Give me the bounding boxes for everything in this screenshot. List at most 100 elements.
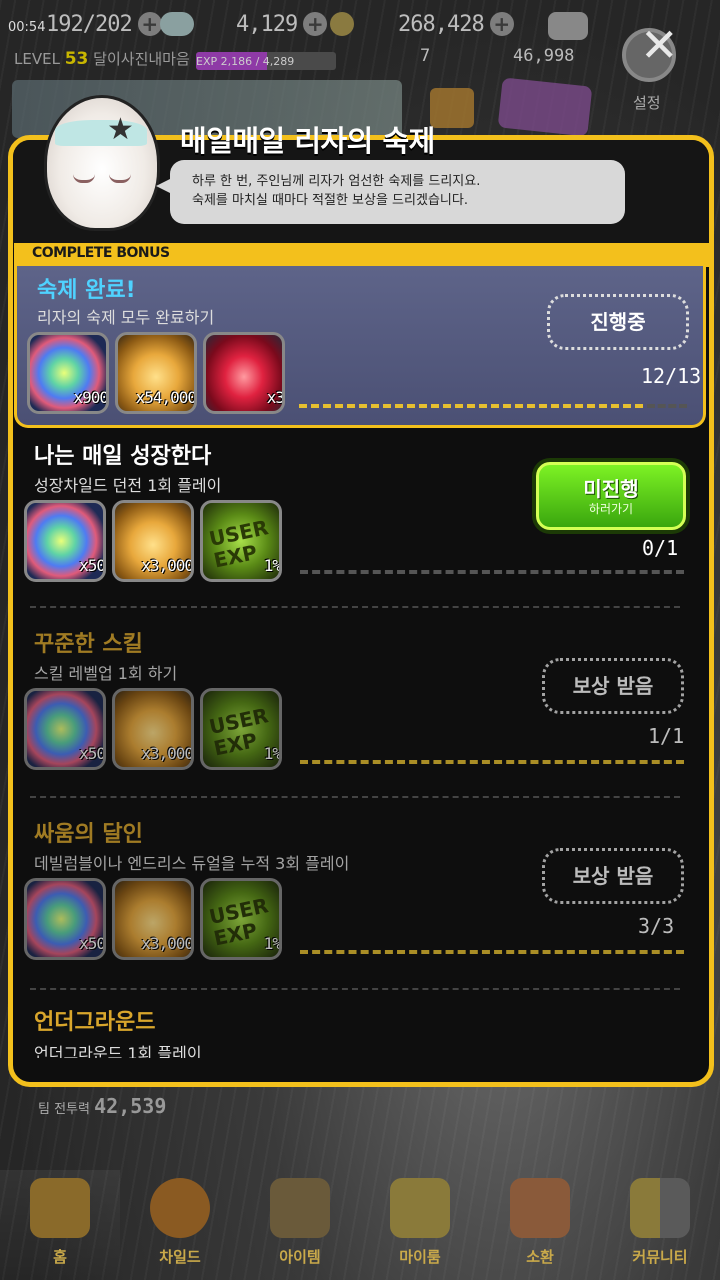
nav-label: 소환 (526, 1248, 554, 1266)
add-gold-button[interactable]: + (489, 12, 514, 36)
quest-steady-skill: 꾸준한 스킬 스킬 레벨업 1회 하기 x50 x3,000 USER EXP 1… (14, 618, 706, 788)
complete-bonus-tag: COMPLETE BONUS (14, 243, 710, 267)
divider (30, 796, 680, 798)
message-line-1: 하루 한 번, 주인님께 리자가 엄선한 숙제를 드리지요. (192, 174, 481, 189)
reward-count: 1% (263, 934, 281, 953)
star-icon: ★ (107, 112, 134, 147)
avatar-eye (109, 174, 131, 183)
sword-shield-icon (270, 1178, 330, 1238)
point-value: 46,998 (513, 46, 575, 66)
reward-count: x3 (266, 388, 284, 407)
quest-title: 나는 매일 성장한다 (34, 444, 212, 469)
dialog-title: 매일매일 리자의 숙제 (180, 124, 435, 158)
go-do-button[interactable]: 미진행 하러가기 (536, 462, 686, 530)
close-icon[interactable]: ✕ (640, 22, 679, 68)
in-progress-button[interactable]: 진행중 (547, 294, 689, 350)
bottom-nav: 홈 차일드 아이템 마이룸 소환 커뮤니티 (0, 1170, 720, 1280)
nav-label: 커뮤니티 (632, 1248, 688, 1266)
ticket-value: 7 (420, 46, 431, 66)
gem-reward-icon: x50 (24, 878, 106, 960)
quest-desc: 스킬 레벨업 1회 하기 (34, 664, 178, 683)
progress-track (300, 760, 684, 764)
quest-progress: 12/13 (641, 364, 702, 388)
quest-title: 꾸준한 스킬 (34, 632, 143, 657)
message-line-2: 숙제를 마치실 때마다 적절한 보상을 드리겠습니다. (192, 193, 468, 208)
divider (30, 606, 680, 608)
gold-reward-icon: x3,000 (112, 500, 194, 582)
nav-myroom[interactable]: 마이룸 (360, 1170, 480, 1280)
quest-complete-bonus: 숙제 완료! 리자의 숙제 모두 완료하기 x900 x54,000 x3 진행… (14, 266, 706, 428)
progress-track-remaining (647, 404, 687, 408)
go-do-button-sublabel: 하러가기 (588, 502, 634, 516)
progress-track (299, 404, 643, 408)
gift-icon[interactable] (430, 88, 474, 128)
shield-icon (630, 1178, 690, 1238)
chat-icon[interactable] (548, 12, 588, 40)
clock: 00:54 (8, 20, 46, 35)
level-info: LEVEL 53 달이사진내마음 (14, 48, 190, 69)
reward-list: x900 x54,000 x3 (27, 332, 285, 414)
quest-desc: 리자의 숙제 모두 완료하기 (37, 308, 215, 327)
nav-child[interactable]: 차일드 (120, 1170, 240, 1280)
quest-title: 숙제 완료! (37, 278, 136, 303)
reward-count: 1% (263, 556, 281, 575)
level-number: 53 (64, 49, 89, 69)
gold-counter: 268,428 + (330, 10, 514, 38)
quest-progress: 0/1 (642, 536, 679, 560)
reward-count: x3,000 (141, 934, 193, 953)
quest-title: 언더그라운드 (34, 1010, 156, 1035)
add-stamina-button[interactable]: + (137, 12, 162, 36)
gold-value: 268,428 (398, 11, 485, 37)
team-power-label: 팀 전투력 (38, 1102, 90, 1117)
gold-reward-icon: x3,000 (112, 688, 194, 770)
team-power: 팀 전투력 42,539 (38, 1094, 166, 1118)
reward-count: x54,000 (135, 388, 196, 407)
nav-community[interactable]: 커뮤니티 (600, 1170, 720, 1280)
quest-progress: 1/1 (648, 724, 685, 748)
gem-reward-icon: x900 (27, 332, 109, 414)
quest-title: 싸움의 달인 (34, 822, 143, 847)
character-avatar: ★ (44, 95, 160, 231)
nav-home[interactable]: 홈 (0, 1170, 120, 1280)
progress-track (300, 570, 684, 574)
quest-desc: 성장차일드 던전 1회 플레이 (34, 476, 222, 495)
reward-received-button[interactable]: 보상 받음 (542, 658, 684, 714)
stamina-value: 192/202 (46, 11, 133, 37)
nav-label: 마이룸 (399, 1248, 441, 1266)
exp-text: EXP 2,186 / 4,289 (196, 55, 295, 68)
gem-reward-icon: x50 (24, 500, 106, 582)
go-do-button-label: 미진행 (583, 477, 639, 501)
gem-value: 4,129 (236, 11, 298, 37)
quest-underground: 언더그라운드 언더그라운드 1회 플레이 (14, 998, 706, 1058)
ruby-reward-icon: x3 (203, 332, 285, 414)
top-status-bar: 00:54 192/202 + 4,129 + 268,428 + LEVEL … (0, 0, 720, 113)
gem-icon (160, 12, 194, 36)
reward-count: x3,000 (141, 556, 193, 575)
popup-store-icon[interactable] (497, 77, 593, 137)
quest-progress: 3/3 (638, 914, 675, 938)
divider (30, 988, 680, 990)
gem-counter: 4,129 + (160, 10, 328, 38)
gem-reward-icon: x50 (24, 688, 106, 770)
reward-list: x50 x3,000 USER EXP 1% (24, 688, 282, 770)
complete-bonus-label: COMPLETE BONUS (32, 245, 170, 261)
quest-daily-growth: 나는 매일 성장한다 성장차일드 던전 1회 플레이 x50 x3,000 US… (14, 430, 706, 600)
reward-count: x3,000 (141, 744, 193, 763)
potion-icon (510, 1178, 570, 1238)
reward-count: x50 (79, 744, 105, 763)
reward-count: x50 (79, 556, 105, 575)
user-exp-reward-icon: USER EXP 1% (200, 878, 282, 960)
reward-received-button[interactable]: 보상 받음 (542, 848, 684, 904)
nav-item-menu[interactable]: 아이템 (240, 1170, 360, 1280)
child-icon (150, 1178, 210, 1238)
nav-label: 차일드 (159, 1248, 201, 1266)
quest-desc: 데빌럼블이나 엔드리스 듀얼을 누적 3회 플레이 (34, 854, 350, 873)
nav-summon[interactable]: 소환 (480, 1170, 600, 1280)
reward-count: x50 (79, 934, 105, 953)
add-gem-button[interactable]: + (303, 12, 328, 36)
stamina-counter: 192/202 + (46, 10, 162, 38)
level-prefix: LEVEL (14, 50, 60, 68)
username: 달이사진내마음 (93, 50, 190, 68)
gold-reward-icon: x3,000 (112, 878, 194, 960)
quest-battle-master: 싸움의 달인 데빌럼블이나 엔드리스 듀얼을 누적 3회 플레이 x50 x3,… (14, 808, 706, 978)
